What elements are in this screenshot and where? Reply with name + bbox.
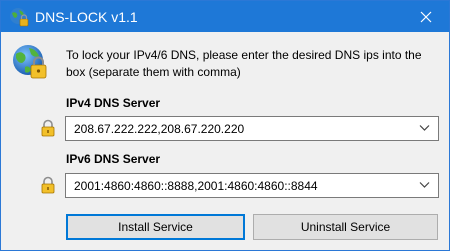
globe-lock-icon <box>10 8 29 27</box>
ipv6-label: IPv6 DNS Server <box>66 152 161 166</box>
ipv4-label: IPv4 DNS Server <box>66 96 161 110</box>
uninstall-service-button[interactable]: Uninstall Service <box>253 214 438 240</box>
ipv6-dns-combobox[interactable]: 2001:4860:4860::8888,2001:4860:4860::884… <box>65 173 439 198</box>
close-button[interactable] <box>403 1 449 32</box>
instruction-text: To lock your IPv4/6 DNS, please enter th… <box>66 48 422 79</box>
chevron-down-icon[interactable] <box>419 124 430 132</box>
ipv6-dns-value: 2001:4860:4860::8888,2001:4860:4860::884… <box>74 179 318 193</box>
install-service-button[interactable]: Install Service <box>66 214 245 240</box>
app-window: DNS-LOCK v1.1 To lock your IPv4/6 DNS, p… <box>0 0 450 251</box>
lock-icon <box>41 176 55 194</box>
ipv4-dns-combobox[interactable]: 208.67.222.222,208.67.220.220 <box>65 116 439 141</box>
globe-lock-icon <box>13 45 47 79</box>
dialog-body: To lock your IPv4/6 DNS, please enter th… <box>1 32 449 250</box>
ipv4-dns-value: 208.67.222.222,208.67.220.220 <box>74 122 245 136</box>
window-title: DNS-LOCK v1.1 <box>35 9 138 25</box>
chevron-down-icon[interactable] <box>419 181 430 189</box>
close-icon <box>420 11 432 22</box>
title-bar[interactable]: DNS-LOCK v1.1 <box>1 1 449 32</box>
lock-icon <box>41 119 55 137</box>
